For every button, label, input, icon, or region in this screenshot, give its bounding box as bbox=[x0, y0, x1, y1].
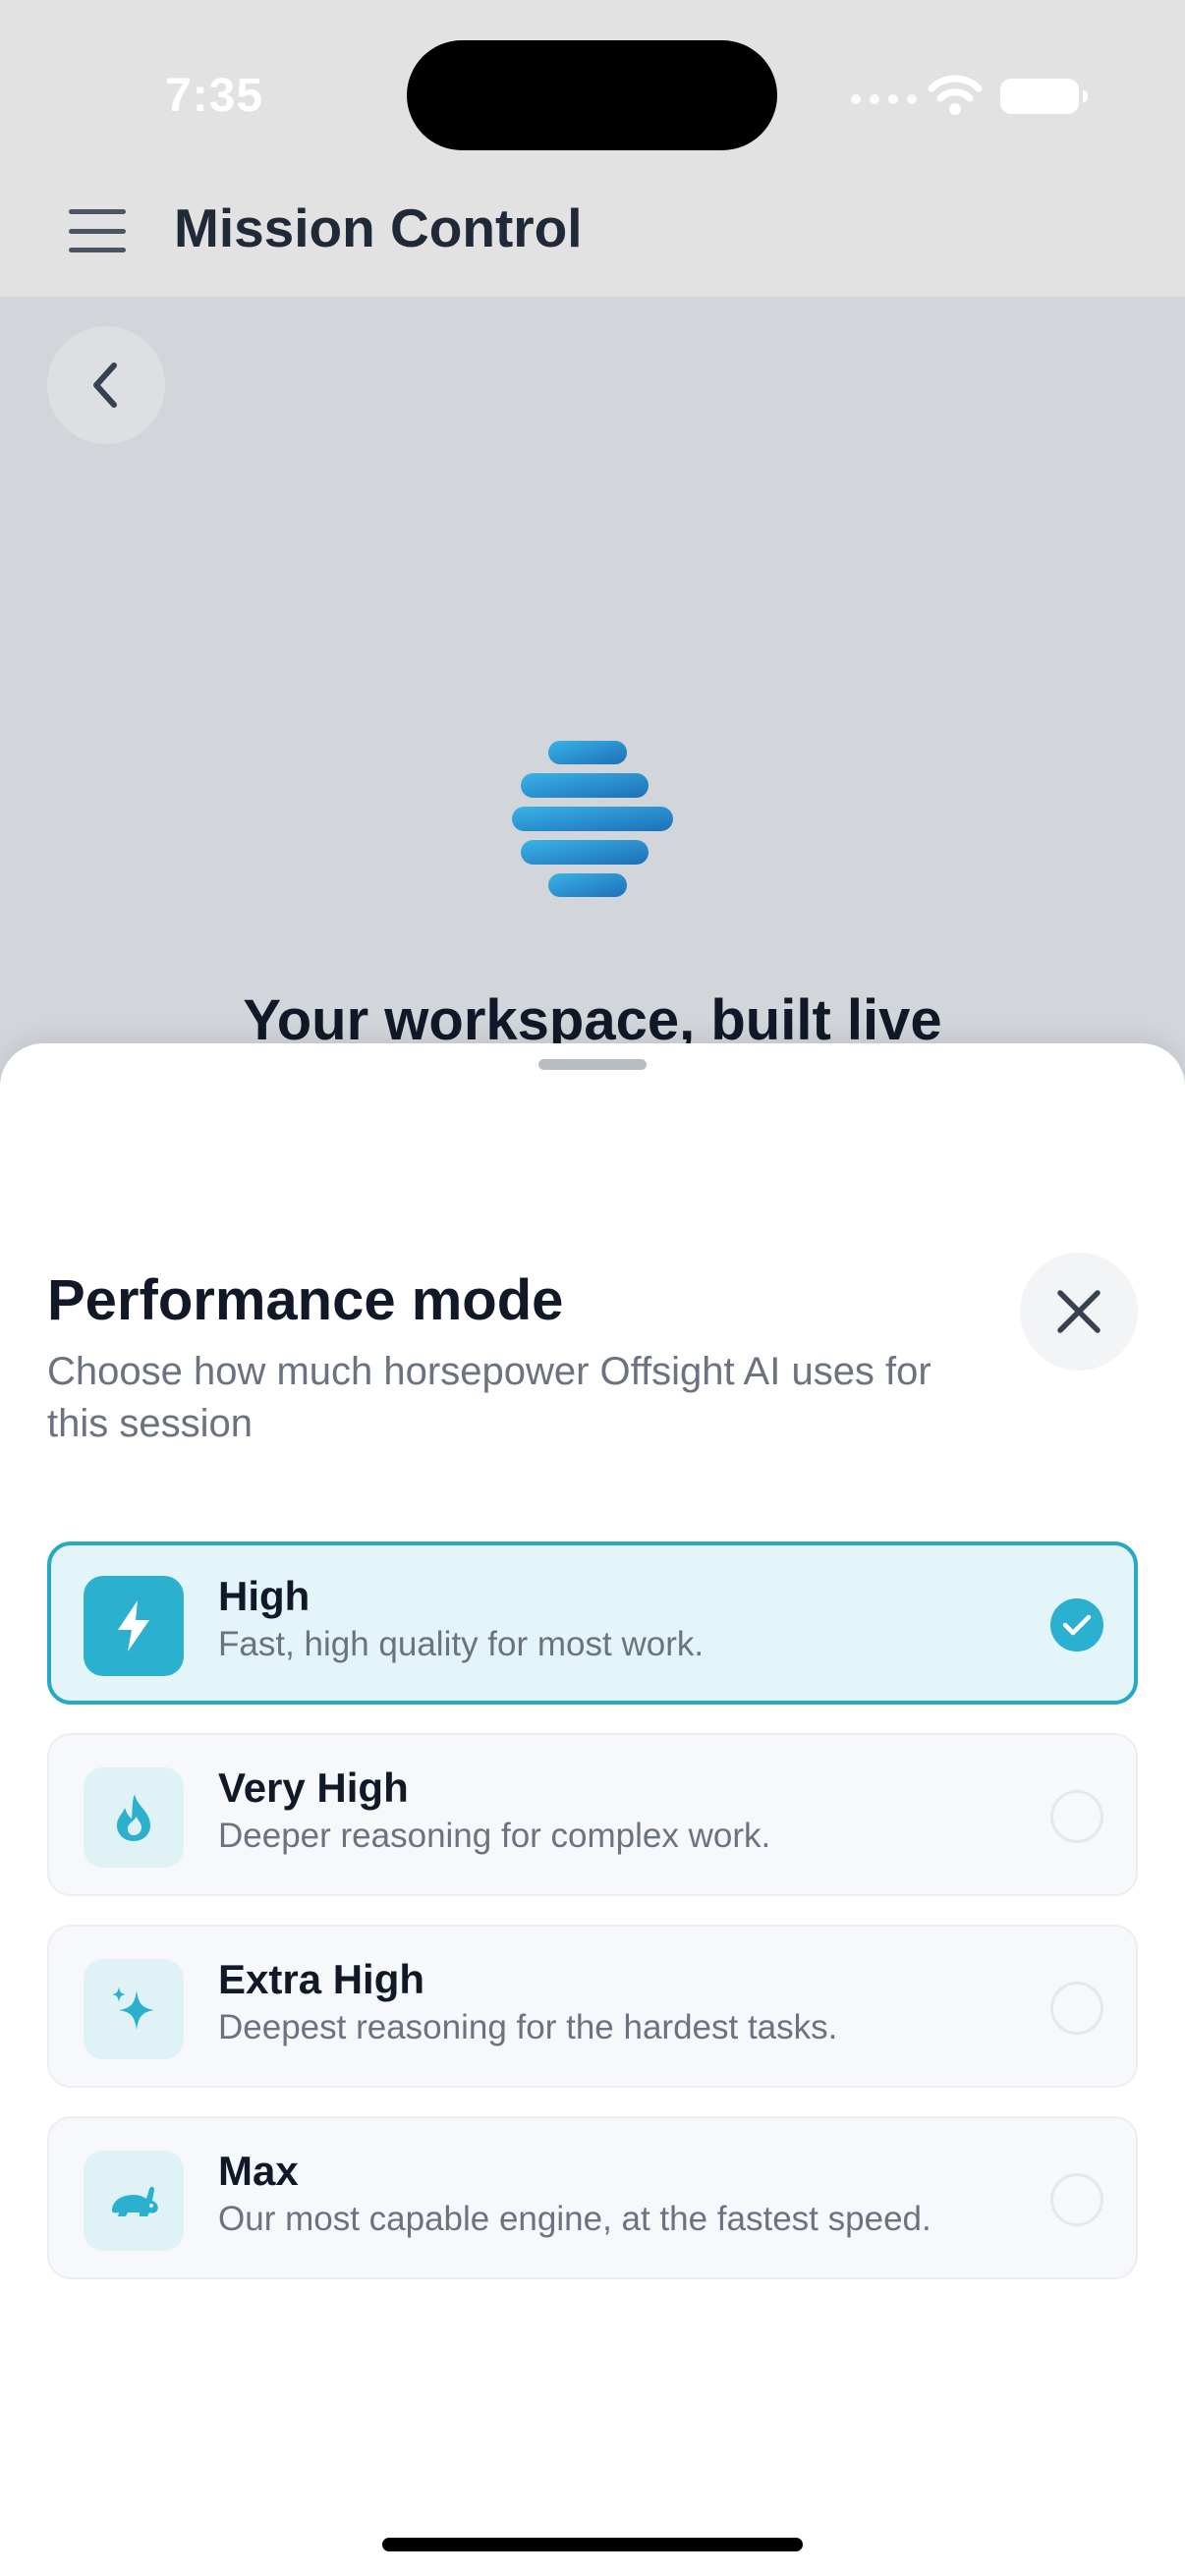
mode-option-very-high[interactable]: Very High Deeper reasoning for complex w… bbox=[47, 1733, 1138, 1896]
dynamic-island bbox=[407, 40, 777, 150]
home-indicator bbox=[382, 2538, 803, 2551]
radio-unchecked[interactable] bbox=[1050, 1790, 1103, 1843]
striped-orb-logo bbox=[512, 741, 673, 897]
option-label: Very High bbox=[218, 1764, 409, 1811]
rabbit-icon bbox=[84, 2151, 184, 2251]
mode-option-max[interactable]: Max Our most capable engine, at the fast… bbox=[47, 2116, 1138, 2279]
sheet-subtitle: Choose how much horsepower Offsight AI u… bbox=[47, 1350, 931, 1445]
radio-unchecked[interactable] bbox=[1050, 2173, 1103, 2226]
radio-checked[interactable] bbox=[1050, 1598, 1103, 1652]
close-button[interactable] bbox=[1020, 1253, 1138, 1371]
option-label: Extra High bbox=[218, 1956, 425, 2002]
option-label: High bbox=[218, 1573, 310, 1619]
option-description: Deepest reasoning for the hardest tasks. bbox=[218, 2008, 838, 2046]
close-icon bbox=[1057, 1290, 1100, 1333]
mode-option-extra-high[interactable]: Extra High Deepest reasoning for the har… bbox=[47, 1925, 1138, 2088]
app-title: Mission Control bbox=[174, 197, 583, 258]
option-label: Max bbox=[218, 2148, 299, 2194]
status-time: 7:35 bbox=[165, 70, 264, 122]
checkmark-icon bbox=[1062, 1614, 1092, 1636]
cellular-signal-icon bbox=[851, 94, 917, 104]
back-button[interactable] bbox=[47, 326, 165, 444]
mode-option-high[interactable]: High Fast, high quality for most work. bbox=[47, 1541, 1138, 1705]
flame-icon bbox=[84, 1767, 184, 1868]
sheet-grabber[interactable] bbox=[538, 1059, 647, 1070]
option-description: Fast, high quality for most work. bbox=[218, 1625, 705, 1663]
lightning-icon bbox=[84, 1576, 184, 1676]
radio-unchecked[interactable] bbox=[1050, 1982, 1103, 2035]
hamburger-menu-icon[interactable] bbox=[69, 209, 126, 252]
option-description: Deeper reasoning for complex work. bbox=[218, 1817, 771, 1855]
sheet-title: Performance mode bbox=[47, 1268, 564, 1332]
battery-icon bbox=[1000, 79, 1088, 114]
wifi-icon bbox=[928, 75, 983, 115]
sparkle-icon bbox=[84, 1959, 184, 2059]
option-description: Our most capable engine, at the fastest … bbox=[218, 2200, 931, 2238]
chevron-left-icon bbox=[93, 363, 117, 408]
